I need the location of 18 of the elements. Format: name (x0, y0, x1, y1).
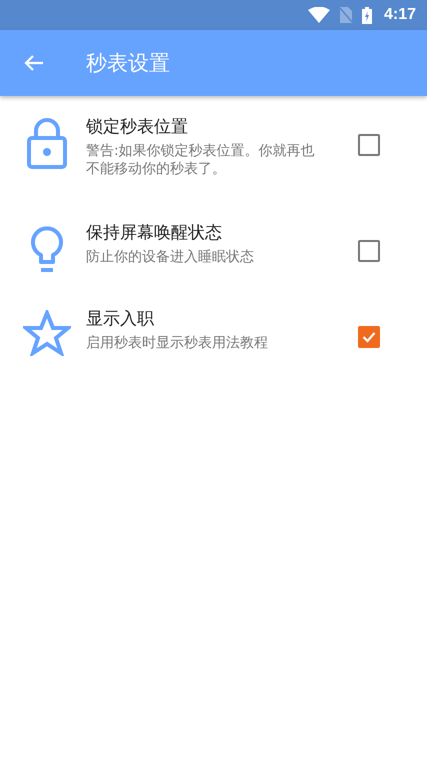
wifi-icon (308, 7, 330, 23)
lock-icon (26, 118, 68, 170)
star-icon (23, 310, 71, 356)
setting-title: 显示入职 (86, 308, 155, 330)
setting-description: 警告:如果你锁定秒表位置。你就再也不能移动你的秒表了。 (86, 142, 316, 178)
screen-title: 秒表设置 (86, 50, 170, 77)
setting-title: 锁定秒表位置 (86, 116, 189, 138)
checkbox[interactable] (358, 326, 380, 348)
checkbox[interactable] (358, 134, 380, 156)
setting-title: 保持屏幕唤醒状态 (86, 222, 223, 244)
setting-description: 启用秒表时显示秒表用法教程 (86, 334, 269, 352)
status-time: 4:17 (384, 6, 416, 24)
setting-description: 防止你的设备进入睡眠状态 (86, 248, 255, 266)
no-sim-icon (340, 7, 352, 23)
battery-charging-icon (362, 6, 372, 24)
light-bulb-icon (30, 224, 64, 274)
check-icon (362, 331, 376, 343)
checkbox[interactable] (358, 240, 380, 262)
